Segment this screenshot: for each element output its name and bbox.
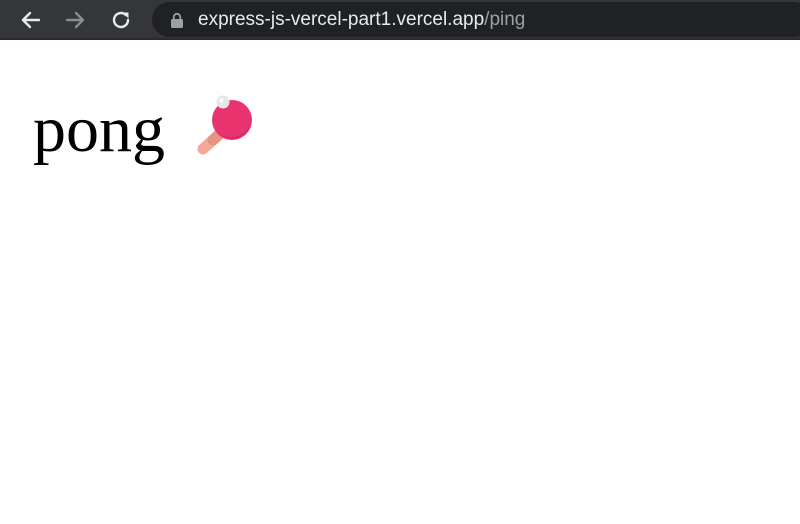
lock-icon (171, 12, 183, 28)
address-bar[interactable]: express-js-vercel-part1.vercel.app/ping (152, 2, 800, 37)
reload-button[interactable] (105, 4, 137, 36)
pong-text: pong (33, 93, 165, 166)
url-path: /ping (484, 9, 526, 30)
back-button[interactable] (15, 4, 47, 36)
forward-arrow-icon (65, 11, 85, 29)
forward-button[interactable] (59, 4, 91, 36)
reload-icon (112, 11, 130, 29)
page-content: pong (0, 40, 800, 524)
pong-heading: pong (33, 92, 257, 168)
ping-pong-paddle-icon (197, 95, 252, 155)
browser-toolbar: express-js-vercel-part1.vercel.app/ping (0, 0, 800, 40)
url-host: express-js-vercel-part1.vercel.app (198, 9, 485, 30)
address-bar-url[interactable]: express-js-vercel-part1.vercel.app/ping (198, 8, 525, 32)
back-arrow-icon (21, 11, 41, 29)
